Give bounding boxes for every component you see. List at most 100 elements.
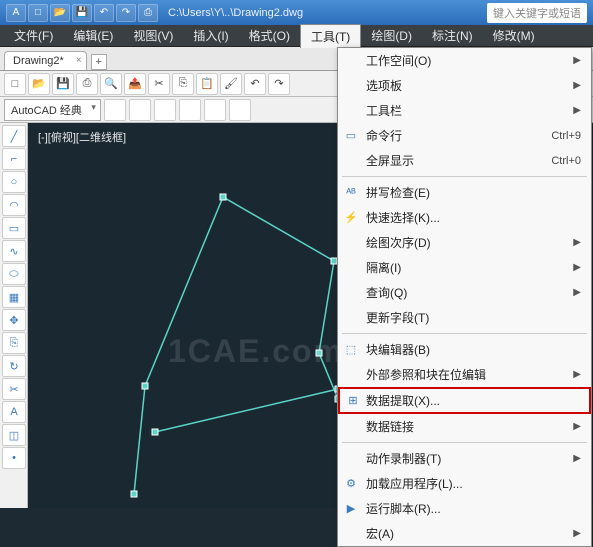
submenu-arrow-icon: ▶ [573,105,581,116]
document-tab[interactable]: Drawing2* × [4,51,87,70]
app-icon[interactable]: A [6,4,26,22]
open-icon[interactable]: 📂 [50,4,70,22]
rotate-icon[interactable]: ↻ [2,355,26,377]
layer-icon[interactable] [129,99,151,121]
trim-icon[interactable]: ✂ [2,378,26,400]
point-icon[interactable]: • [2,447,26,469]
menu-separator [342,442,587,443]
menu-item[interactable]: 插入(I) [183,24,238,47]
menu-item[interactable]: 标注(N) [422,24,483,47]
menu-item[interactable]: 动作录制器(T)▶ [338,446,591,471]
menu-item[interactable]: 视图(V) [123,24,183,47]
cut-icon[interactable]: ✂ [148,73,170,95]
submenu-arrow-icon: ▶ [573,528,581,539]
match-icon[interactable]: 🖌 [220,73,242,95]
menu-item[interactable]: 更新字段(T) [338,305,591,330]
menu-item[interactable]: ⚙加载应用程序(L)... [338,471,591,496]
save-file-icon[interactable]: 💾 [52,73,74,95]
new-icon[interactable]: □ [28,4,48,22]
menu-item[interactable]: ⊞数据提取(X)... [338,387,591,414]
menu-item-icon: ⬚ [343,342,359,358]
open-file-icon[interactable]: 📂 [28,73,50,95]
file-path: C:\Users\Y\..\Drawing2.dwg [168,7,303,19]
workspace-settings-icon[interactable] [104,99,126,121]
submenu-arrow-icon: ▶ [573,369,581,380]
menu-item[interactable]: 全屏显示Ctrl+0 [338,148,591,173]
menu-item-label: 块编辑器(B) [366,341,430,358]
preview-icon[interactable]: 🔍 [100,73,122,95]
menu-item-label: 工作空间(O) [366,52,431,69]
submenu-arrow-icon: ▶ [573,55,581,66]
menu-item-label: 命令行 [366,127,402,144]
spline-icon[interactable]: ∿ [2,240,26,262]
copy-tool-icon[interactable]: ⎘ [2,332,26,354]
menu-item[interactable]: 绘图次序(D) ▶ [338,230,591,255]
submenu-arrow-icon: ▶ [573,237,581,248]
submenu-arrow-icon: ▶ [573,287,581,298]
line-icon[interactable]: ╱ [2,125,26,147]
tab-label: Drawing2* [13,55,64,67]
menu-item-label: 绘图次序(D) [366,234,431,251]
light-icon[interactable] [154,99,176,121]
submenu-arrow-icon: ▶ [573,80,581,91]
sun-icon[interactable] [179,99,201,121]
plot-icon[interactable]: ⎙ [76,73,98,95]
menu-item[interactable]: ᴬᴮ拼写检查(E) [338,180,591,205]
submenu-arrow-icon: ▶ [573,262,581,273]
new-tab-button[interactable]: + [91,54,107,70]
draw-toolbar: ╱ ⌐ ○ ◠ ▭ ∿ ⬭ ▦ ✥ ⎘ ↻ ✂ A ◫ • [0,123,28,508]
search-input[interactable]: 键入关键字或短语 [487,3,587,23]
freeze-icon[interactable] [204,99,226,121]
menu-shortcut: Ctrl+9 [551,130,581,142]
menu-item-label: 宏(A) [366,525,394,542]
menu-item[interactable]: 查询(Q) ▶ [338,280,591,305]
menu-item[interactable]: ⚡快速选择(K)... [338,205,591,230]
menu-item-label: 运行脚本(R)... [366,500,441,517]
publish-icon[interactable]: 📤 [124,73,146,95]
menu-item-label: 数据链接 [366,418,414,435]
circle-icon[interactable]: ○ [2,171,26,193]
menu-separator [342,176,587,177]
menu-item[interactable]: 工具栏▶ [338,98,591,123]
menu-item[interactable]: 工作空间(O) ▶ [338,48,591,73]
save-icon[interactable]: 💾 [72,4,92,22]
polyline-icon[interactable]: ⌐ [2,148,26,170]
hatch-icon[interactable]: ▦ [2,286,26,308]
menu-item[interactable]: 编辑(E) [63,24,123,47]
lock-icon[interactable] [229,99,251,121]
print-icon[interactable]: ⎙ [138,4,158,22]
menu-item-label: 查询(Q) [366,284,407,301]
ellipse-icon[interactable]: ⬭ [2,263,26,285]
menu-item[interactable]: 修改(M) [483,24,545,47]
menu-item[interactable]: 选项板▶ [338,73,591,98]
menu-item[interactable]: 格式(O) [239,24,300,47]
copy-icon[interactable]: ⎘ [172,73,194,95]
arc-icon[interactable]: ◠ [2,194,26,216]
menu-item[interactable]: 绘图(D) [361,24,422,47]
menu-item[interactable]: 数据链接 ▶ [338,414,591,439]
undo-icon[interactable]: ↶ [94,4,114,22]
new-file-icon[interactable]: □ [4,73,26,95]
region-icon[interactable]: ◫ [2,424,26,446]
text-icon[interactable]: A [2,401,26,423]
menu-item-label: 加载应用程序(L)... [366,475,463,492]
redo-icon[interactable]: ↷ [268,73,290,95]
menu-item[interactable]: ▭命令行Ctrl+9 [338,123,591,148]
menu-item[interactable]: ▶运行脚本(R)... [338,496,591,521]
rectangle-icon[interactable]: ▭ [2,217,26,239]
menu-item[interactable]: 文件(F) [4,24,63,47]
paste-icon[interactable]: 📋 [196,73,218,95]
menu-item[interactable]: 宏(A) ▶ [338,521,591,546]
workspace-select[interactable]: AutoCAD 经典 [4,99,101,121]
menu-item[interactable]: 工具(T) [300,24,361,48]
menu-item[interactable]: 外部参照和块在位编辑▶ [338,362,591,387]
redo-icon[interactable]: ↷ [116,4,136,22]
menu-item-icon: ⊞ [345,393,361,409]
menu-item[interactable]: ⬚ 块编辑器(B) [338,337,591,362]
close-icon[interactable]: × [76,55,82,66]
title-bar: A □ 📂 💾 ↶ ↷ ⎙ C:\Users\Y\..\Drawing2.dwg… [0,0,593,25]
undo-icon[interactable]: ↶ [244,73,266,95]
submenu-arrow-icon: ▶ [573,421,581,432]
menu-item[interactable]: 隔离(I)▶ [338,255,591,280]
move-icon[interactable]: ✥ [2,309,26,331]
